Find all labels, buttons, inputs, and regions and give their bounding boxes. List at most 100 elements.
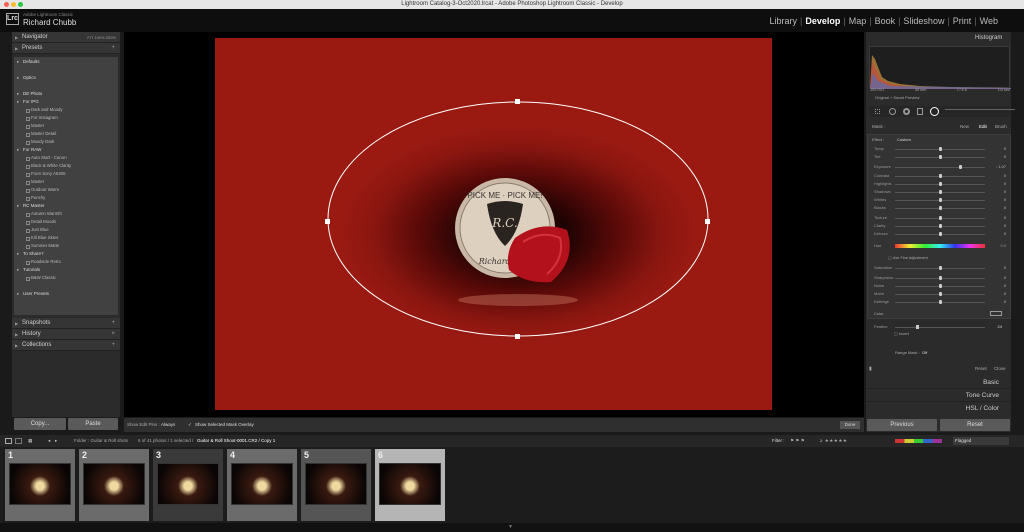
module-map[interactable]: Map [849, 16, 867, 26]
slider-knob[interactable] [939, 300, 942, 304]
preset-folder[interactable]: Defaults [17, 58, 115, 66]
zoom-window-button[interactable] [18, 2, 23, 7]
preset-folder[interactable]: For RAW [17, 146, 115, 154]
slider-knob[interactable] [939, 182, 942, 186]
filmstrip-toggle-icon[interactable]: ▼ [508, 524, 513, 530]
mask-edit-tab[interactable]: Edit [979, 124, 987, 129]
slider-knob[interactable] [939, 216, 942, 220]
flag-filter-icons[interactable]: ⚑ ⚑ ⚑ [790, 435, 805, 447]
second-window-icon[interactable] [15, 438, 22, 444]
preset-item[interactable]: Master Detail [17, 130, 115, 138]
preset-item[interactable]: Dark and Moody [17, 106, 115, 114]
preset-item[interactable]: Master [17, 178, 115, 186]
slider-knob[interactable] [939, 206, 942, 210]
done-button[interactable]: Done [840, 421, 860, 429]
filter-preset-select[interactable]: Flagged [953, 437, 1009, 445]
add-collection-icon[interactable]: + [111, 340, 115, 351]
slider-knob[interactable] [939, 198, 942, 202]
module-book[interactable]: Book [875, 16, 896, 26]
effect-select[interactable]: Custom [897, 137, 911, 142]
filmstrip-thumbnail[interactable]: 3 [153, 449, 223, 521]
paste-button[interactable]: Paste [68, 418, 118, 430]
red-eye-icon[interactable] [903, 108, 910, 115]
module-library[interactable]: Library [769, 16, 797, 26]
graduated-filter-icon[interactable] [917, 108, 923, 115]
filmstrip-thumbnail[interactable]: 5 [301, 449, 371, 521]
minimize-window-button[interactable] [11, 2, 16, 7]
slider-knob[interactable] [939, 276, 942, 280]
preset-folder[interactable]: Optics [17, 74, 115, 82]
module-develop[interactable]: Develop [805, 16, 840, 26]
forward-arrow-icon[interactable]: ▸ [55, 435, 57, 447]
radial-filter-icon[interactable] [930, 107, 939, 116]
add-snapshot-icon[interactable]: + [111, 318, 115, 329]
preset-item[interactable]: Moody Dark [17, 138, 115, 146]
slider-knob[interactable] [958, 165, 962, 169]
radial-handle-bottom[interactable] [515, 334, 520, 339]
color-swatch[interactable] [990, 311, 1002, 316]
radial-handle-left[interactable] [325, 219, 330, 224]
spot-removal-icon[interactable] [889, 108, 896, 115]
preset-folder[interactable]: Tutorials [17, 266, 115, 274]
preset-item[interactable]: Master [17, 122, 115, 130]
preset-item[interactable]: From Sony A6300 [17, 170, 115, 178]
collections-header[interactable]: Collections + [12, 340, 120, 351]
reset-button[interactable]: Reset [940, 419, 1010, 431]
close-window-button[interactable] [4, 2, 9, 7]
filmstrip-thumbnail[interactable]: 6 [375, 449, 445, 521]
brush-tool-icon[interactable] [945, 109, 1015, 110]
star-rating-filter[interactable]: ≥ ★★★★★ [820, 435, 847, 447]
back-arrow-icon[interactable]: ◂ [48, 435, 50, 447]
preset-folder[interactable]: RC Master [17, 202, 115, 210]
preset-item[interactable]: Punchy [17, 194, 115, 202]
selected-file-name[interactable]: Guitar & Roll Shoot-0001.CR2 / Copy 1 [197, 435, 275, 447]
presets-header[interactable]: Presets + [12, 43, 120, 54]
preset-item[interactable]: Summer Matte [17, 242, 115, 250]
preset-item[interactable]: Roadside Retro [17, 258, 115, 266]
hsl-panel-header[interactable]: HSL / Color [866, 402, 1011, 415]
module-slideshow[interactable]: Slideshow [903, 16, 944, 26]
slider-knob[interactable] [939, 190, 942, 194]
slider-knob[interactable] [939, 284, 942, 288]
crop-tool-icon[interactable] [875, 109, 880, 114]
preset-item[interactable]: Autumn Warmth [17, 210, 115, 218]
invert-checkbox[interactable]: ▢ Invert [894, 331, 909, 336]
mask-brush-tab[interactable]: Brush [995, 124, 1007, 129]
preset-item[interactable]: B&W Classic [17, 274, 115, 282]
hue-slider[interactable] [895, 244, 985, 248]
module-web[interactable]: Web [980, 16, 998, 26]
preset-folder[interactable]: To Share? [17, 250, 115, 258]
preset-item[interactable]: For Instagram [17, 114, 115, 122]
mask-close-button[interactable]: Close [994, 366, 1006, 371]
preset-item[interactable]: Just Blue [17, 226, 115, 234]
preset-folder[interactable]: DE Photo [17, 90, 115, 98]
slider-track[interactable] [895, 167, 985, 168]
snapshots-header[interactable]: Snapshots + [12, 318, 120, 329]
preset-item[interactable]: Detail Moods [17, 218, 115, 226]
edit-pins-select[interactable]: Always [161, 418, 175, 432]
preset-item[interactable]: Kill Blue Skies [17, 234, 115, 242]
filmstrip-thumbnail[interactable]: 2 [79, 449, 149, 521]
mask-overlay-checkbox[interactable]: ✓ [188, 418, 192, 432]
color-label-filter[interactable] [895, 439, 942, 443]
clear-history-icon[interactable]: × [111, 329, 115, 340]
folder-source[interactable]: Folder : Guitar & Roll shots [74, 435, 128, 447]
preset-folder[interactable]: User Presets [17, 290, 115, 298]
slider-knob[interactable] [939, 174, 942, 178]
mask-new-tab[interactable]: New [960, 124, 969, 129]
preset-item[interactable]: Auto Start - Canon [17, 154, 115, 162]
slider-knob[interactable] [939, 224, 942, 228]
histogram-header[interactable]: Histogram [975, 35, 1002, 41]
grid-view-icon[interactable]: ▦ [28, 435, 32, 447]
preset-item[interactable]: Black & White Clarity [17, 162, 115, 170]
filmstrip-thumbnail[interactable]: 4 [227, 449, 297, 521]
slider-knob[interactable] [939, 147, 942, 151]
navigator-zoom-options[interactable]: FIT 100% 200% [87, 32, 116, 43]
toggle-effect-icon[interactable]: ▮ [869, 366, 872, 372]
copy-button[interactable]: Copy... [14, 418, 66, 430]
module-print[interactable]: Print [953, 16, 972, 26]
previous-button[interactable]: Previous [867, 419, 937, 431]
basic-panel-header[interactable]: Basic [866, 376, 1011, 389]
range-mask-select[interactable]: Off [922, 350, 927, 355]
history-header[interactable]: History × [12, 329, 120, 340]
